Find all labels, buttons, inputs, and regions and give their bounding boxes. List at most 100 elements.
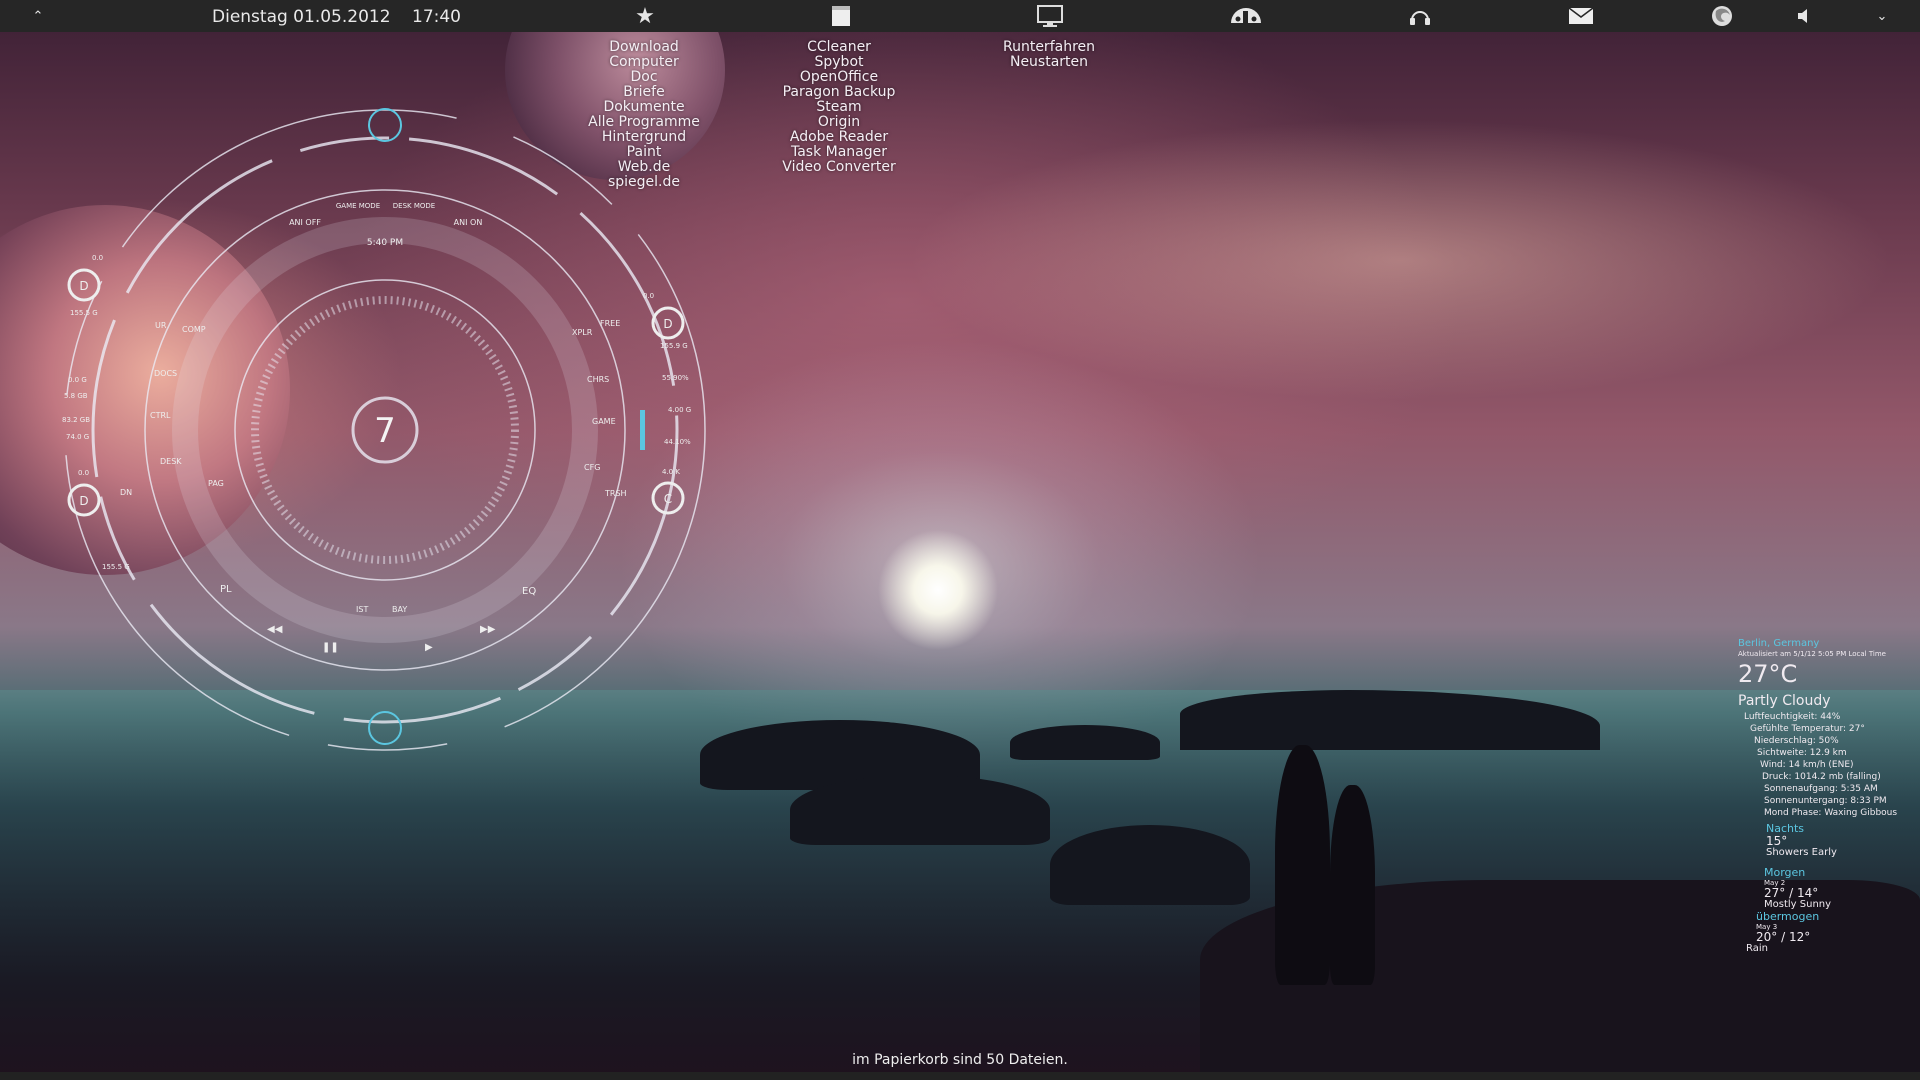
weather-detail: Sonnenuntergang: 8:33 PM <box>1764 796 1887 806</box>
hud-right-button[interactable]: XPLR <box>572 328 593 337</box>
forecast-after-label: übermogen <box>1756 910 1820 923</box>
weather-detail: Druck: 1014.2 mb (falling) <box>1762 772 1881 782</box>
drive-free: 4.0 K <box>662 468 680 476</box>
hud-left-button[interactable]: UR <box>155 321 167 330</box>
chevron-down-icon[interactable]: ⌄ <box>1872 0 1892 32</box>
weather-condition: Partly Cloudy <box>1738 693 1831 709</box>
forecast-after-temp: 20° / 12° <box>1756 930 1811 944</box>
hud-bottom-label: BAY <box>392 605 407 614</box>
hud-stat: 5.8 GB <box>64 392 88 400</box>
mail-icon[interactable] <box>1566 0 1596 32</box>
taskbar-date: Dienstag 01.05.2012 <box>212 7 391 27</box>
rock <box>790 775 1050 845</box>
hud-button-game-mode[interactable]: GAME MODE <box>336 202 380 210</box>
hud-level-bar <box>640 410 645 450</box>
hud-stat: 83.2 GB <box>62 416 90 424</box>
forecast-night-temp: 15° <box>1766 834 1788 848</box>
drive-free: 0.0 <box>643 292 654 300</box>
launcher-item[interactable]: Origin <box>779 115 899 130</box>
hud-right-button[interactable]: GAME <box>592 417 616 426</box>
forecast-tomorrow-label: Morgen <box>1764 866 1806 879</box>
launcher-column-3: Runterfahren Neustarten <box>989 40 1109 70</box>
drive-letter: D <box>79 494 88 508</box>
hud-left-button[interactable]: DESK <box>160 457 182 466</box>
hud-left-button[interactable]: DN <box>120 488 132 497</box>
speaker-icon[interactable] <box>1794 0 1816 32</box>
taskbar-time: 17:40 <box>412 7 461 27</box>
launcher-column-2: CCleaner Spybot OpenOffice Paragon Backu… <box>779 40 899 175</box>
top-taskbar: ⌃ Dienstag 01.05.2012 17:40 ★ ⌄ <box>0 0 1920 32</box>
drive-letter: C <box>664 492 672 506</box>
hud-right-button[interactable]: FREE <box>600 319 620 328</box>
hud-stat: 4.00 G <box>668 406 691 414</box>
hud-left-button[interactable]: COMP <box>182 325 206 334</box>
launcher-item[interactable]: Adobe Reader <box>779 130 899 145</box>
weather-detail: Sichtweite: 12.9 km <box>1757 748 1847 758</box>
hud-stat: 44.10% <box>664 438 691 446</box>
forecast-night-cond: Showers Early <box>1766 847 1837 858</box>
firefox-icon[interactable] <box>1707 0 1737 32</box>
launcher-item[interactable]: OpenOffice <box>779 70 899 85</box>
hud-right-button[interactable]: TRSH <box>604 489 627 498</box>
shutdown-link[interactable]: Runterfahren <box>989 40 1109 55</box>
collapse-icon[interactable]: ⌃ <box>28 0 48 32</box>
hud-widget: 7 5:40 PM ANI OFF GAME MODE DESK MODE AN… <box>62 108 706 751</box>
weather-detail: Gefühlte Temperatur: 27° <box>1750 724 1865 734</box>
launcher-item[interactable]: Steam <box>779 100 899 115</box>
weather-detail: Wind: 14 km/h (ENE) <box>1760 760 1854 770</box>
hud-right-button[interactable]: CHRS <box>587 375 609 384</box>
drive-d-1[interactable]: D 0.0 155.5 G <box>67 254 103 317</box>
drive-free: 0.0 <box>92 254 103 262</box>
trash-message[interactable]: im Papierkorb sind 50 Dateien. <box>0 1052 1920 1068</box>
hud-button-ani-on[interactable]: ANI ON <box>454 218 483 227</box>
hud-stat: 0.0 G <box>68 376 87 384</box>
silhouette-figure <box>1330 785 1375 985</box>
weather-widget: Berlin, Germany Aktualisiert am 5/1/12 5… <box>1738 638 1918 955</box>
bottom-bar <box>0 1072 1920 1080</box>
drive-free: 0.0 <box>78 469 89 477</box>
hud-left-button[interactable]: CTRL <box>150 411 171 420</box>
hud-button-desk-mode[interactable]: DESK MODE <box>393 202 435 210</box>
drive-size: 155.9 G <box>660 342 688 350</box>
hud-center-value: 7 <box>374 411 396 451</box>
monitor-icon[interactable] <box>1034 0 1066 32</box>
notepad-icon[interactable] <box>826 0 856 32</box>
hud-bottom-label[interactable]: EQ <box>522 586 536 597</box>
hud-stat: 55.90% <box>662 374 689 382</box>
restart-link[interactable]: Neustarten <box>989 55 1109 70</box>
pause-icon[interactable]: ❚❚ <box>322 642 339 653</box>
deviantart-icon[interactable] <box>1226 0 1266 32</box>
drive-d-3[interactable]: D 0.0 155.9 G <box>643 292 688 350</box>
launcher-item[interactable]: Download <box>584 40 704 55</box>
hud-button-ani-off[interactable]: ANI OFF <box>289 218 321 227</box>
previous-icon[interactable]: ◀◀ <box>267 624 283 635</box>
drive-letter: D <box>663 317 672 331</box>
play-icon[interactable]: ▶ <box>425 642 433 653</box>
hud-right-button[interactable]: CFG <box>584 463 600 472</box>
star-icon[interactable]: ★ <box>630 0 660 32</box>
headphones-icon[interactable] <box>1405 0 1435 32</box>
launcher-item[interactable]: Video Converter <box>779 160 899 175</box>
rock <box>1010 725 1160 760</box>
hud-time: 5:40 PM <box>367 238 403 248</box>
weather-updated: Aktualisiert am 5/1/12 5:05 PM Local Tim… <box>1738 650 1886 658</box>
launcher-item[interactable]: Spybot <box>779 55 899 70</box>
weather-detail: Mond Phase: Waxing Gibbous <box>1764 808 1898 818</box>
next-icon[interactable]: ▶▶ <box>480 624 496 635</box>
launcher-item[interactable]: Paragon Backup <box>779 85 899 100</box>
launcher-item[interactable]: CCleaner <box>779 40 899 55</box>
weather-location: Berlin, Germany <box>1738 638 1820 649</box>
weather-detail: Luftfeuchtigkeit: 44% <box>1744 712 1841 722</box>
hud-bottom-label[interactable]: PL <box>220 584 232 595</box>
weather-detail: Niederschlag: 50% <box>1754 736 1839 746</box>
hud-left-button[interactable]: PAG <box>208 479 224 488</box>
forecast-after-cond: Rain <box>1746 943 1768 954</box>
drive-size: 155.5 G <box>70 309 98 317</box>
weather-temp: 27°C <box>1738 660 1798 688</box>
forecast-night-label: Nachts <box>1766 822 1805 835</box>
forecast-tomorrow-temp: 27° / 14° <box>1764 886 1819 900</box>
silhouette-figure <box>1275 745 1330 985</box>
rock <box>1050 825 1250 905</box>
hud-left-button[interactable]: DOCS <box>154 369 177 378</box>
launcher-item[interactable]: Task Manager <box>779 145 899 160</box>
